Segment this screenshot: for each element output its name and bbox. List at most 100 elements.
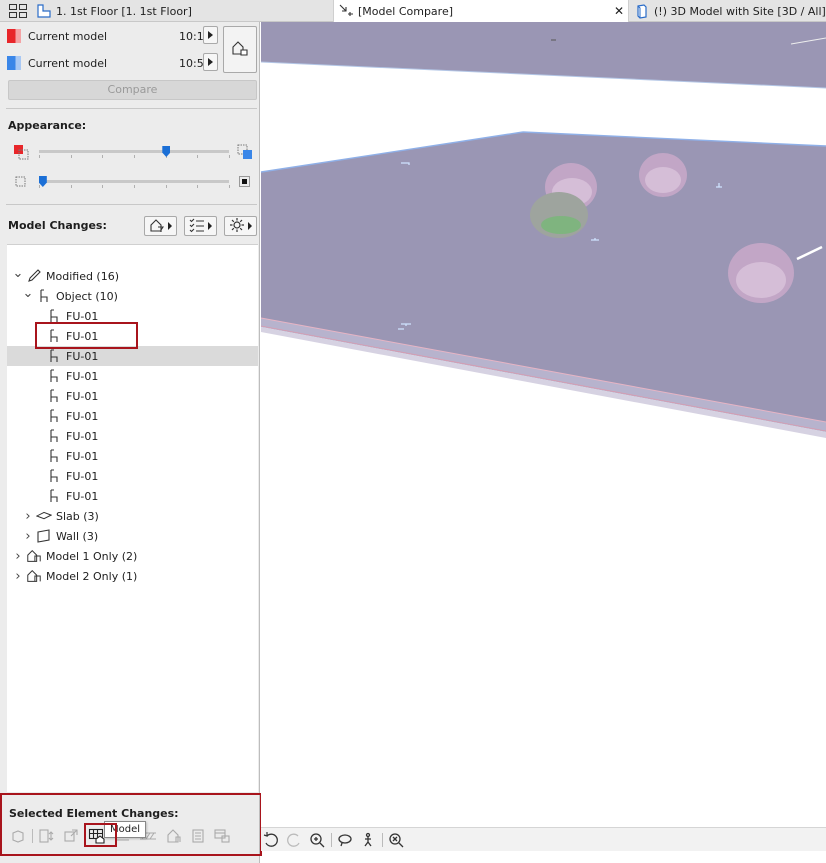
navigation-toolbar — [261, 827, 826, 851]
model-changes-title: Model Changes: — [8, 219, 107, 232]
chair-icon — [46, 348, 62, 364]
orbit-icon[interactable] — [336, 831, 354, 849]
chevron-right-icon[interactable]: › — [13, 549, 23, 564]
tree-item[interactable]: › Slab (3) — [7, 506, 258, 526]
wall-icon — [36, 528, 52, 544]
tree-item-label: FU-01 — [66, 469, 99, 483]
tree-item[interactable]: › Model 1 Only (2) — [7, 546, 258, 566]
tree-item[interactable]: › Wall (3) — [7, 526, 258, 546]
tree-item[interactable]: FU-01 — [7, 346, 258, 366]
tree-item[interactable]: ⌄ Object (10) — [7, 286, 258, 306]
tree-item[interactable]: › Model 2 Only (1) — [7, 566, 258, 586]
chair-icon — [46, 488, 62, 504]
chevron-down-icon[interactable]: ⌄ — [23, 286, 34, 301]
slider-tick — [39, 185, 40, 188]
slider-tick — [134, 185, 135, 188]
tree-item-label: Model 1 Only (2) — [46, 549, 138, 563]
tree-item[interactable]: FU-01 — [7, 406, 258, 426]
model-2-select-button[interactable] — [203, 53, 218, 71]
slider-thumb[interactable] — [38, 176, 47, 187]
zoom-in-icon[interactable] — [308, 831, 326, 849]
walk-icon[interactable] — [359, 831, 377, 849]
list-options-button[interactable] — [184, 216, 217, 236]
tree-item[interactable]: FU-01 — [7, 486, 258, 506]
upper-slab — [261, 22, 826, 88]
slider-tick — [71, 155, 72, 158]
slider-tick — [197, 155, 198, 158]
close-icon[interactable]: ✕ — [614, 4, 626, 18]
toolbar-divider — [382, 833, 383, 847]
chair-icon — [46, 468, 62, 484]
chair-icon — [46, 428, 62, 444]
tab-label: [Model Compare] — [358, 4, 454, 18]
swap-models-button[interactable] — [223, 26, 257, 73]
redo-view-icon[interactable] — [285, 831, 303, 849]
house-icon — [26, 548, 42, 564]
fit-in-window-icon[interactable] — [387, 831, 405, 849]
tree-item-label: FU-01 — [66, 429, 99, 443]
model-compare-palette: Current model 10:11 Current model 10:56 … — [0, 22, 260, 863]
slider-tick — [197, 185, 198, 188]
chevron-right-icon[interactable]: › — [13, 569, 23, 584]
slider-tick — [71, 185, 72, 188]
tree-item-label: FU-01 — [66, 349, 99, 363]
model-1-select-button[interactable] — [203, 26, 218, 44]
slider-tick — [134, 155, 135, 158]
red-model-icon — [13, 144, 31, 163]
slider-tick — [102, 155, 103, 158]
highlight-model-button — [84, 823, 117, 847]
tab-floor-plan[interactable]: 1. 1st Floor [1. 1st Floor] — [36, 0, 332, 22]
tree-item[interactable]: FU-01 — [7, 426, 258, 446]
tree-item[interactable]: FU-01 — [7, 366, 258, 386]
highlight-selected-element-changes — [0, 793, 262, 856]
color-balance-slider[interactable] — [39, 146, 230, 158]
divider — [6, 108, 257, 109]
slab-icon — [36, 508, 52, 524]
divider — [6, 204, 257, 205]
tree-item[interactable]: FU-01 — [7, 386, 258, 406]
slider-tick — [229, 155, 230, 158]
tree-item[interactable]: ⌄ Modified (16) — [7, 266, 258, 286]
dropdown-arrow-icon — [248, 222, 252, 230]
gear-icon — [229, 217, 245, 236]
floor-plan-icon — [36, 3, 52, 19]
chevron-right-icon[interactable]: › — [23, 529, 33, 544]
model-2-label: Current model — [28, 56, 108, 70]
model-1-color-swatch — [7, 29, 21, 43]
tab-model-compare[interactable]: [Model Compare] — [333, 0, 629, 22]
filter-changes-button[interactable] — [144, 216, 177, 236]
3d-viewport[interactable] — [261, 22, 826, 827]
tree-item[interactable]: FU-01 — [7, 466, 258, 486]
grid-view-icon[interactable] — [8, 3, 28, 19]
slider-thumb[interactable] — [162, 146, 171, 157]
chair-icon — [36, 288, 52, 304]
tree-item-label: Modified (16) — [46, 269, 120, 283]
transparency-slider[interactable] — [38, 176, 230, 188]
house-icon — [26, 568, 42, 584]
tab-label: 1. 1st Floor [1. 1st Floor] — [56, 4, 192, 18]
tree-item[interactable]: FU-01 — [7, 446, 258, 466]
chair-icon — [46, 408, 62, 424]
compare-button[interactable]: Compare — [8, 80, 257, 100]
dropdown-arrow-icon — [208, 222, 212, 230]
chevron-right-icon[interactable]: › — [23, 509, 33, 524]
dropdown-arrow-icon — [168, 222, 172, 230]
tree-item-label: FU-01 — [66, 309, 99, 323]
model-1-label: Current model — [28, 29, 108, 43]
chevron-down-icon[interactable]: ⌄ — [13, 266, 24, 281]
slider-tick — [39, 155, 40, 158]
slider-tick — [102, 185, 103, 188]
tree-item-label: FU-01 — [66, 489, 99, 503]
settings-button[interactable] — [224, 216, 257, 236]
undo-view-icon[interactable] — [262, 831, 280, 849]
tab-3d-model[interactable]: (!) 3D Model with Site [3D / All] — [634, 0, 826, 22]
compare-arrows-icon — [338, 3, 354, 19]
chair-icon — [46, 388, 62, 404]
